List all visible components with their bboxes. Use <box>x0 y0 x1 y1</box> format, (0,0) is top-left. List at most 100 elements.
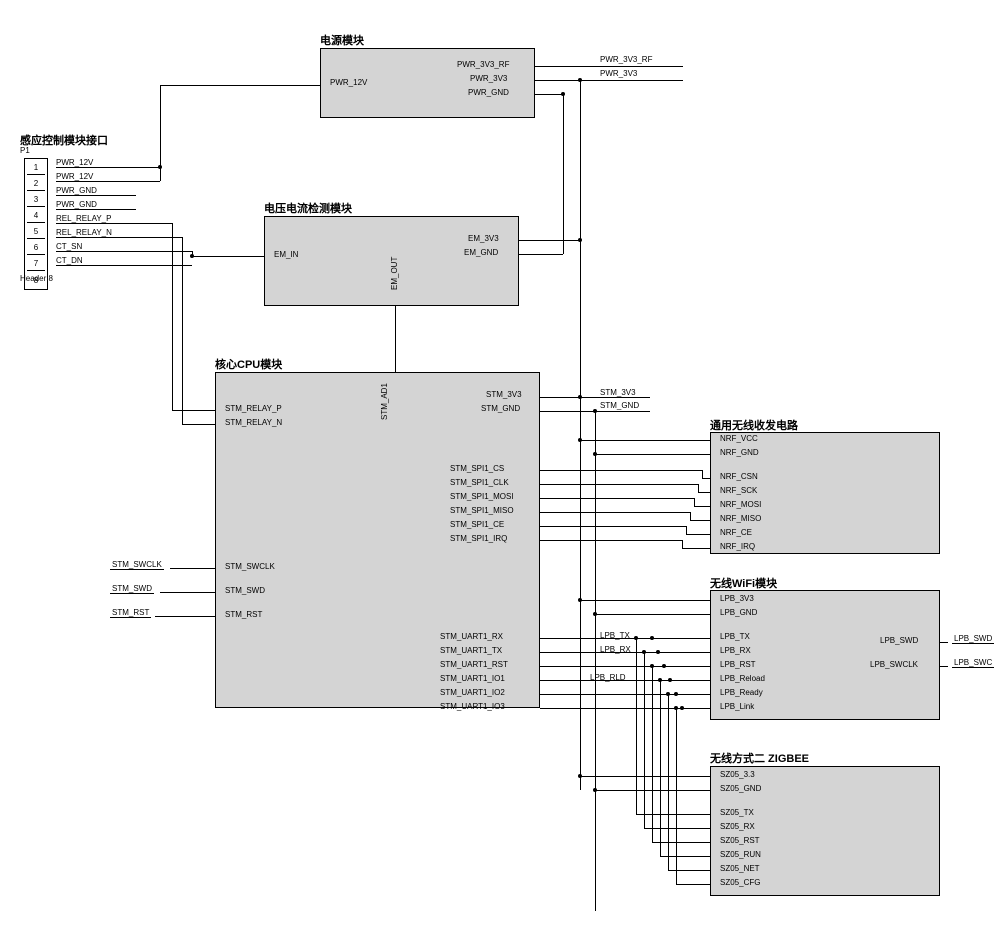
wire <box>702 470 703 478</box>
wire <box>670 680 702 681</box>
pin-tick <box>702 638 710 639</box>
net-ctdn: CT_DN <box>56 256 136 266</box>
wire <box>580 776 702 777</box>
junction-dot <box>642 650 646 654</box>
wire <box>548 708 702 709</box>
pin-tick <box>702 600 710 601</box>
pin-nrf-5: NRF_MISO <box>720 514 761 523</box>
pin-tick <box>702 884 710 885</box>
pin-uart-4: STM_UART1_IO2 <box>440 688 505 697</box>
pin-pwr3v3: PWR_3V3 <box>470 74 507 83</box>
wire <box>548 512 690 513</box>
wire <box>548 498 694 499</box>
wire <box>160 592 207 593</box>
wire <box>595 614 702 615</box>
pin-stmrelp: STM_RELAY_P <box>225 404 282 413</box>
wire <box>660 680 661 856</box>
net-pwr3v3-out: PWR_3V3 <box>600 69 637 78</box>
wire <box>652 638 702 639</box>
pin-uart-2: STM_UART1_RST <box>440 660 508 669</box>
pin-tick <box>702 454 710 455</box>
wire <box>652 666 653 842</box>
pin-zb-5: SZ05_RUN <box>720 850 761 859</box>
net-pwr12v-1: PWR_12V <box>56 158 136 168</box>
pin-nrf-7: NRF_IRQ <box>720 542 755 551</box>
pin-tick <box>540 411 548 412</box>
pin-nrf-6: NRF_CE <box>720 528 752 537</box>
wire <box>543 66 683 67</box>
pin-uart-1: STM_UART1_TX <box>440 646 502 655</box>
junction-dot <box>190 254 194 258</box>
pin-tick <box>702 652 710 653</box>
wire <box>395 306 396 356</box>
wire <box>690 512 691 520</box>
wire <box>155 616 207 617</box>
pin-nrf-1: NRF_GND <box>720 448 759 457</box>
net-stm3v3: STM_3V3 <box>600 388 636 397</box>
pin-tick <box>540 512 548 513</box>
pin-tick <box>702 440 710 441</box>
wire <box>182 237 183 424</box>
cpu-title: 核心CPU模块 <box>215 356 282 372</box>
net-lpbrx: LPB_RX <box>600 645 631 654</box>
pin-tick <box>702 790 710 791</box>
pin-tick <box>207 568 215 569</box>
wire <box>644 652 645 828</box>
wire <box>580 397 650 398</box>
wire <box>595 790 702 791</box>
pin-tick <box>207 410 215 411</box>
pin-nrf-0: NRF_VCC <box>720 434 758 443</box>
wire <box>548 484 698 485</box>
wire <box>160 167 161 181</box>
pin-wifi-3: LPB_RX <box>720 646 751 655</box>
junction-dot <box>650 636 654 640</box>
wire <box>595 454 702 455</box>
wire <box>698 484 699 492</box>
wire <box>664 666 702 667</box>
pin-stm3v3: STM_3V3 <box>486 390 522 399</box>
pin-tick <box>540 470 548 471</box>
pin-spi-0: STM_SPI1_CS <box>450 464 504 473</box>
pin-tick <box>940 666 948 667</box>
pin-tick <box>256 256 264 257</box>
pin-spi-1: STM_SPI1_CLK <box>450 478 509 487</box>
wire <box>636 814 702 815</box>
net-lpbtx: LPB_TX <box>600 631 630 640</box>
pin-tick <box>540 652 548 653</box>
pin-spi-5: STM_SPI1_IRQ <box>450 534 507 543</box>
wire <box>580 440 702 441</box>
pin-tick <box>540 680 548 681</box>
pin-tick <box>702 708 710 709</box>
junction-dot <box>561 92 565 96</box>
pin-tick <box>702 828 710 829</box>
pin-spi-2: STM_SPI1_MOSI <box>450 492 514 501</box>
pin-rst: STM_RST <box>225 610 262 619</box>
junction-dot <box>650 664 654 668</box>
junction-dot <box>634 636 638 640</box>
net-pwrgnd-2: PWR_GND <box>56 200 136 210</box>
pin-tick <box>519 254 527 255</box>
pin-pwr12v: PWR_12V <box>330 78 367 87</box>
wire <box>682 548 702 549</box>
junction-dot <box>680 706 684 710</box>
pin-tick <box>535 94 543 95</box>
net-swclk: STM_SWCLK <box>110 560 164 570</box>
header-title: 感应控制模块接口 <box>20 132 108 148</box>
pin-emout: EM_OUT <box>390 257 399 290</box>
net-swd: STM_SWD <box>110 584 154 594</box>
wire <box>580 600 702 601</box>
wire <box>690 520 702 521</box>
wire <box>694 506 702 507</box>
pin-tick <box>702 534 710 535</box>
em-title: 电压电流检测模块 <box>264 200 352 216</box>
pin-zb-3: SZ05_RX <box>720 822 755 831</box>
wire <box>548 470 702 471</box>
net-lpbrld: LPB_RLD <box>590 673 626 682</box>
wire <box>563 94 564 254</box>
wire <box>527 240 580 241</box>
pin-tick <box>702 694 710 695</box>
net-lpbswc: LPB_SWC <box>952 658 994 668</box>
pin-tick <box>540 498 548 499</box>
wire <box>686 526 687 534</box>
pin-swd: STM_SWD <box>225 586 265 595</box>
